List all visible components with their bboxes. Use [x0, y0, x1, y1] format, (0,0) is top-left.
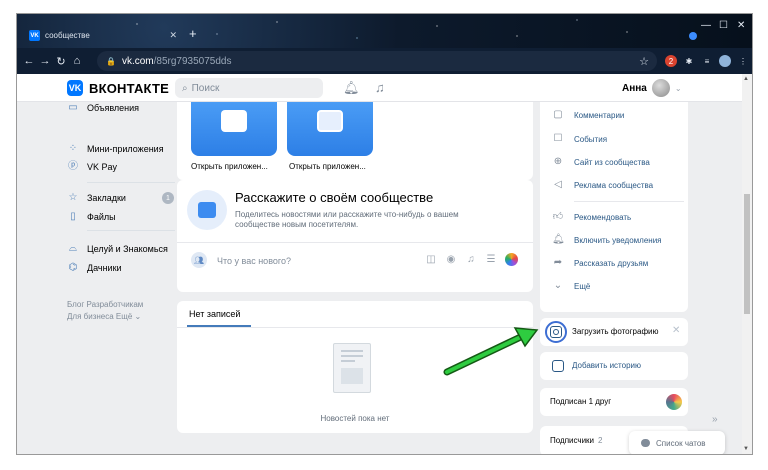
browser-window: VK сообществе ✕ + — ☐ ✕ ← → ↻ ⌂ 🔒 vk.com… [17, 14, 752, 454]
pointer-arrow-icon [443, 327, 539, 376]
